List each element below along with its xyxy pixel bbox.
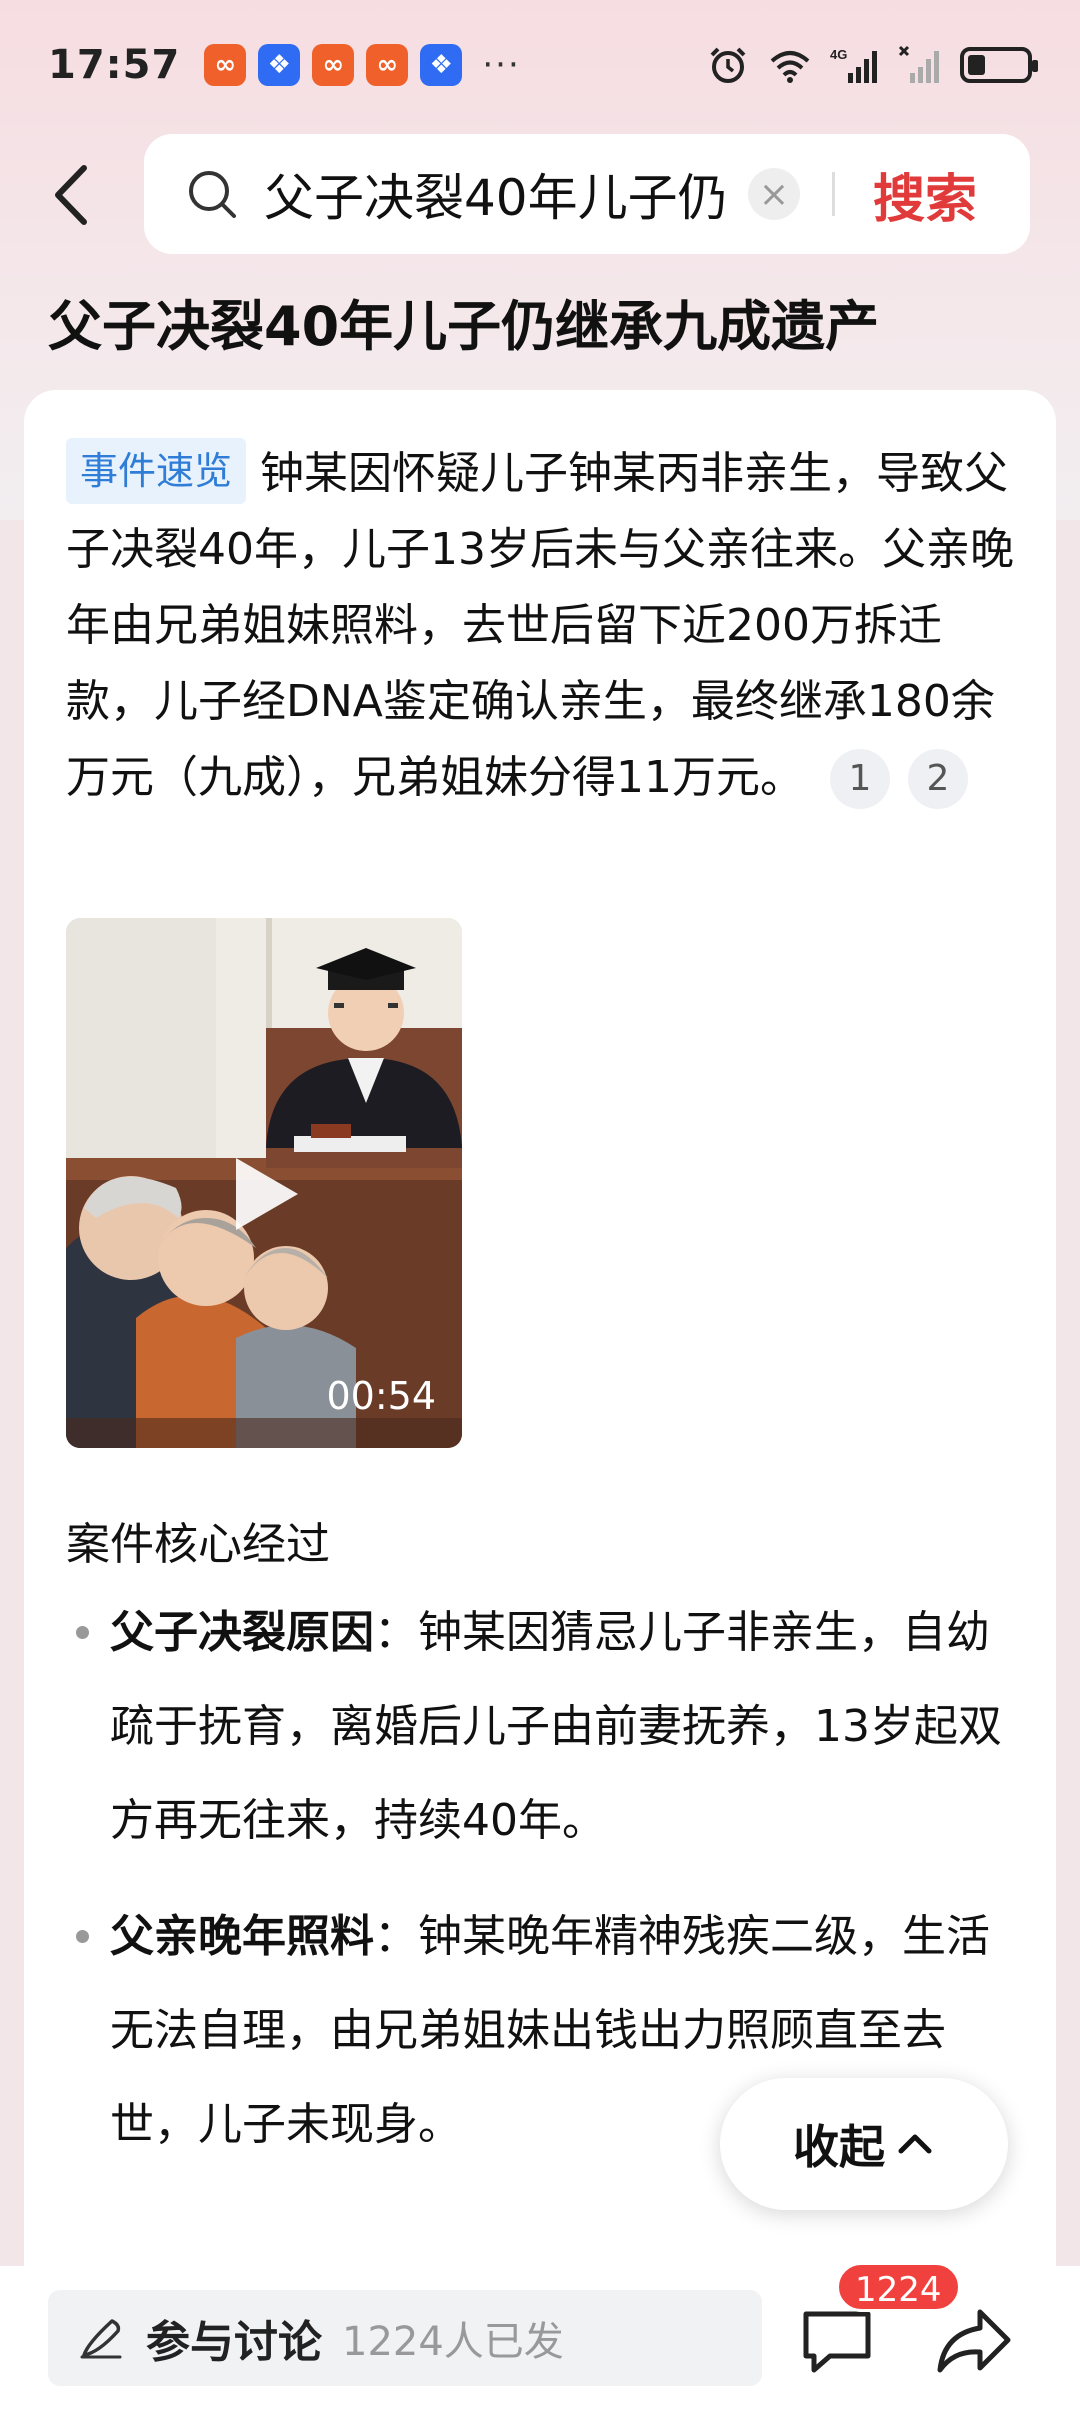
clear-icon[interactable]: × bbox=[748, 168, 800, 220]
signal-empty-icon bbox=[898, 45, 939, 83]
event-summary: 事件速览 钟某因怀疑儿子钟某丙非亲生，导致父子决裂40年，儿子13岁后未与父亲往来… bbox=[66, 436, 1016, 816]
citation-2[interactable]: 2 bbox=[908, 749, 968, 809]
discuss-input[interactable]: 参与讨论 1224人已发 bbox=[48, 2290, 762, 2386]
battery-icon bbox=[960, 47, 1038, 83]
app-notification-icon: ∞ bbox=[204, 44, 247, 86]
search-input[interactable]: 父子决裂40年儿子仍 × 搜索 bbox=[144, 134, 1030, 254]
collapse-label: 收起 bbox=[793, 2120, 885, 2174]
search-icon bbox=[189, 171, 236, 218]
svg-text:4G: 4G bbox=[830, 47, 847, 62]
comment-icon[interactable] bbox=[800, 2306, 874, 2376]
app-notification-icon: ∞ bbox=[366, 44, 409, 86]
more-notifications-icon: ··· bbox=[482, 45, 521, 85]
search-header: 父子决裂40年儿子仍 × 搜索 bbox=[0, 130, 1080, 260]
search-button[interactable]: 搜索 bbox=[873, 157, 977, 232]
collapse-button[interactable]: 收起 bbox=[720, 2078, 1008, 2210]
discuss-count: 1224人已发 bbox=[342, 2319, 564, 2365]
list-item-heading: 父子决裂原因 bbox=[110, 1607, 374, 1658]
list-item-separator: ： bbox=[374, 1607, 418, 1658]
signal-4g-icon: 4G bbox=[830, 47, 877, 83]
notification-icons: ∞ ❖ ∞ ∞ ❖ ··· bbox=[204, 44, 520, 86]
chevron-up-icon bbox=[898, 2134, 932, 2154]
list-item-separator: ： bbox=[374, 1911, 418, 1962]
app-notification-icon: ∞ bbox=[312, 44, 355, 86]
list-item: 父子决裂原因：钟某因猜忌儿子非亲生，自幼疏于抚育，离婚后儿子由前妻抚养，13岁起… bbox=[66, 1586, 1016, 1868]
app-notification-icon: ❖ bbox=[258, 44, 301, 86]
event-overview-tag: 事件速览 bbox=[66, 438, 247, 504]
section-title: 案件核心经过 bbox=[66, 1519, 330, 1570]
video-thumbnail[interactable]: 00:54 bbox=[66, 918, 462, 1448]
pen-icon bbox=[80, 2319, 122, 2359]
play-icon[interactable] bbox=[230, 1154, 302, 1234]
wifi-icon bbox=[770, 51, 810, 83]
list-item-heading: 父亲晚年照料 bbox=[110, 1911, 374, 1962]
discuss-label: 参与讨论 bbox=[146, 2317, 322, 2368]
alarm-icon bbox=[710, 47, 746, 83]
status-bar: 17:57 ∞ ❖ ∞ ∞ ❖ ··· 4G bbox=[0, 0, 1080, 130]
status-time: 17:57 bbox=[48, 42, 181, 88]
divider bbox=[832, 172, 835, 216]
comment-count-badge: 1224 bbox=[836, 2262, 961, 2312]
share-icon[interactable] bbox=[936, 2306, 1012, 2376]
bottom-bar: 参与讨论 1224人已发 1224 bbox=[0, 2262, 1080, 2412]
app-notification-icon: ❖ bbox=[420, 44, 463, 86]
content-card: 事件速览 钟某因怀疑儿子钟某丙非亲生，导致父子决裂40年，儿子13岁后未与父亲往来… bbox=[24, 390, 1056, 2270]
video-duration: 00:54 bbox=[326, 1374, 436, 1418]
back-chevron-icon[interactable] bbox=[44, 160, 104, 230]
page-title: 父子决裂40年儿子仍继承九成遗产 bbox=[48, 295, 880, 358]
status-indicators: 4G bbox=[706, 45, 1038, 85]
search-query[interactable]: 父子决裂40年儿子仍 bbox=[264, 158, 744, 230]
citation-1[interactable]: 1 bbox=[830, 749, 890, 809]
